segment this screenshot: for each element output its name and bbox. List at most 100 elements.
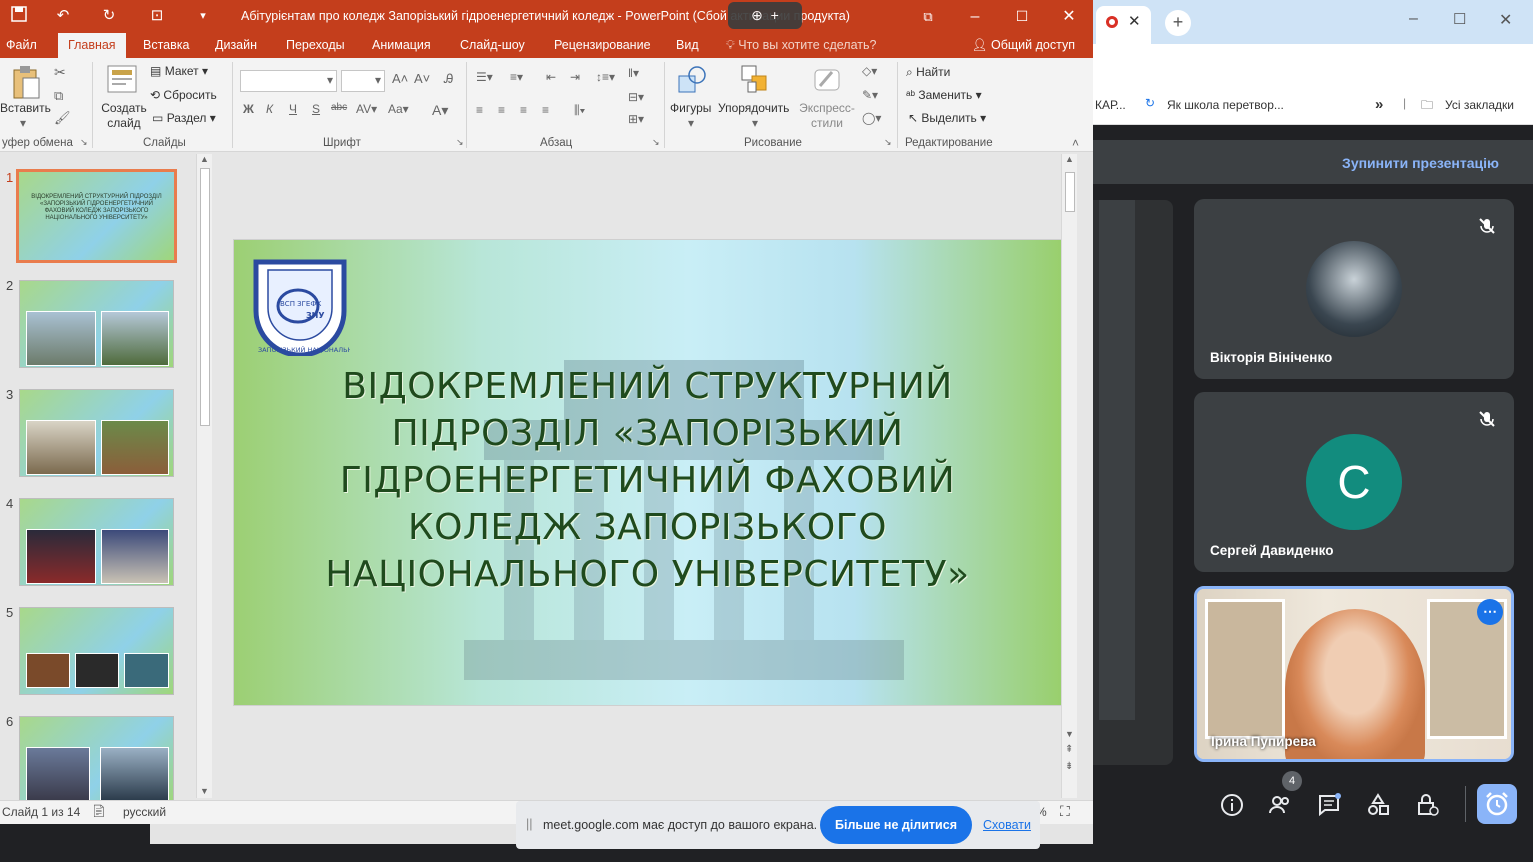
- redo-icon[interactable]: ↻: [98, 6, 120, 26]
- char-spacing-icon[interactable]: AV▾: [356, 102, 377, 116]
- tab-insert[interactable]: Вставка: [143, 33, 189, 58]
- align-right-icon[interactable]: ≡: [520, 103, 527, 117]
- people-icon[interactable]: [1267, 792, 1293, 818]
- align-center-icon[interactable]: ≡: [498, 103, 505, 117]
- scroll-down-icon[interactable]: ▼: [200, 786, 209, 796]
- align-left-icon[interactable]: ≡: [476, 103, 483, 117]
- activities-icon[interactable]: [1365, 792, 1391, 818]
- shape-fill-icon[interactable]: ◇▾: [862, 64, 877, 78]
- paste-dropdown-icon[interactable]: ▾: [20, 116, 26, 130]
- all-bookmarks-button[interactable]: Усі закладки: [1445, 98, 1514, 112]
- fit-to-window-icon[interactable]: ⛶: [1060, 803, 1070, 820]
- font-size-combo[interactable]: ▾: [341, 70, 385, 92]
- more-bookmarks-icon[interactable]: »: [1375, 96, 1383, 113]
- alarm-button[interactable]: [1477, 784, 1517, 824]
- close-tab-icon[interactable]: ✕: [1128, 12, 1141, 30]
- tab-design[interactable]: Дизайн: [215, 33, 257, 58]
- hide-link[interactable]: Сховати: [983, 818, 1031, 832]
- shape-effects-icon[interactable]: ◯▾: [862, 111, 881, 125]
- new-slide-icon[interactable]: [106, 64, 138, 94]
- slide-scrollbar[interactable]: ▲ ▼ ⇞ ⇟: [1061, 154, 1077, 798]
- participant-tile[interactable]: С Сергей Давиденко: [1194, 392, 1514, 572]
- reset-button[interactable]: ⟲ Сбросить: [150, 88, 217, 102]
- bullets-icon[interactable]: ☰▾: [476, 70, 493, 84]
- arrange-button[interactable]: Упорядочить: [718, 101, 789, 115]
- grow-font-icon[interactable]: A˄: [392, 71, 408, 86]
- participant-tile[interactable]: Вікторія Вініченко: [1194, 199, 1514, 379]
- present-icon[interactable]: ⊡: [146, 6, 168, 26]
- tab-animation[interactable]: Анимация: [372, 33, 431, 58]
- shadow-icon[interactable]: S: [312, 102, 320, 116]
- strikethrough-icon[interactable]: abc: [331, 102, 347, 113]
- meet-tab[interactable]: ✕: [1096, 6, 1151, 44]
- columns-icon[interactable]: ⫼▾: [574, 103, 585, 118]
- tab-review[interactable]: Рецензирование: [554, 33, 651, 58]
- info-icon[interactable]: [1219, 792, 1245, 818]
- collapse-ribbon-icon[interactable]: ˄: [1072, 136, 1079, 150]
- bold-icon[interactable]: Ж: [243, 102, 254, 116]
- undo-icon[interactable]: ↶: [52, 6, 74, 26]
- format-painter-icon[interactable]: 🖌︎: [54, 110, 71, 126]
- tab-transitions[interactable]: Переходы: [286, 33, 345, 58]
- thumbnail-slide-6[interactable]: [19, 716, 174, 804]
- chevron-down-icon[interactable]: ▾: [688, 116, 694, 130]
- spell-check-icon[interactable]: 📄︎: [91, 804, 106, 818]
- ribbon-display-icon[interactable]: ⧉: [905, 0, 951, 33]
- copy-icon[interactable]: ⧉: [54, 88, 63, 104]
- new-tab-button[interactable]: +: [1165, 10, 1191, 36]
- change-case-icon[interactable]: Aa▾: [388, 102, 409, 116]
- shape-outline-icon[interactable]: ✎▾: [862, 88, 878, 102]
- layout-button[interactable]: ▤ Макет ▾: [150, 64, 208, 78]
- numbering-icon[interactable]: ≡▾: [510, 70, 523, 84]
- chevron-down-icon[interactable]: ▾: [752, 116, 758, 130]
- find-button[interactable]: ⌕ Найти: [906, 65, 950, 80]
- drag-handle-icon[interactable]: ||: [526, 817, 533, 831]
- justify-icon[interactable]: ≡: [542, 103, 549, 117]
- thumbnail-slide-2[interactable]: [19, 280, 174, 368]
- italic-icon[interactable]: К: [266, 102, 273, 116]
- scroll-thumb[interactable]: [200, 168, 210, 426]
- shapes-button[interactable]: Фигуры: [670, 101, 711, 115]
- tab-home[interactable]: Главная: [58, 33, 126, 58]
- customize-quick-access-icon[interactable]: ▾: [192, 6, 214, 26]
- smartart-icon[interactable]: ⊞▾: [628, 112, 644, 126]
- minimize-button[interactable]: –: [1409, 10, 1418, 28]
- font-name-combo[interactable]: ▾: [240, 70, 337, 92]
- thumbnail-slide-3[interactable]: [19, 389, 174, 477]
- scroll-thumb[interactable]: [1065, 172, 1075, 212]
- arrange-icon[interactable]: [740, 64, 770, 96]
- previous-slide-icon[interactable]: ⇞: [1065, 744, 1073, 755]
- stop-sharing-button[interactable]: Більше не ділитися: [820, 806, 972, 844]
- close-button[interactable]: ✕: [1499, 10, 1512, 30]
- tab-file[interactable]: Файл: [6, 33, 37, 58]
- scroll-down-icon[interactable]: ▼: [1065, 729, 1074, 739]
- maximize-button[interactable]: ☐: [1453, 10, 1466, 28]
- chat-icon[interactable]: [1316, 792, 1342, 818]
- decrease-indent-icon[interactable]: ⇤: [546, 70, 556, 84]
- thumbnails-scrollbar[interactable]: ▲ ▼: [196, 154, 212, 798]
- new-slide-button[interactable]: Создать слайд: [100, 101, 148, 131]
- thumbnail-slide-1[interactable]: ВІДОКРЕМЛЕНИЙ СТРУКТУРНИЙ ПІДРОЗДІЛ «ЗАП…: [16, 169, 177, 263]
- text-direction-icon[interactable]: ‖▾: [628, 66, 639, 80]
- participant-video-tile[interactable]: ⋯ Ірина Пупирева: [1194, 586, 1514, 762]
- thumbnail-slide-5[interactable]: [19, 607, 174, 695]
- minimize-button[interactable]: –: [952, 0, 998, 33]
- clear-formatting-icon[interactable]: Ꭿ: [444, 71, 453, 87]
- replace-button[interactable]: ᵃᵇ Заменить ▾: [906, 88, 982, 102]
- paragraph-launcher-icon[interactable]: ↘: [652, 137, 660, 148]
- tell-me-box[interactable]: 💡︎ Что вы хотите сделать?: [726, 33, 876, 58]
- stop-presenting-button[interactable]: Зупинити презентацію: [1342, 155, 1499, 171]
- quick-styles-icon[interactable]: [812, 64, 842, 96]
- paste-icon[interactable]: [10, 64, 42, 100]
- close-button[interactable]: ✕: [1046, 0, 1092, 33]
- shapes-icon[interactable]: [676, 64, 708, 96]
- scroll-up-icon[interactable]: ▲: [200, 154, 209, 164]
- increase-indent-icon[interactable]: ⇥: [570, 70, 580, 84]
- cut-icon[interactable]: ✂: [54, 64, 66, 81]
- save-icon[interactable]: [8, 6, 30, 26]
- language-indicator[interactable]: русский: [123, 805, 166, 819]
- select-button[interactable]: ↖ Выделить ▾: [908, 111, 986, 125]
- plus-icon[interactable]: +: [771, 7, 779, 23]
- clipboard-launcher-icon[interactable]: ↘: [80, 137, 88, 148]
- section-button[interactable]: ▭ Раздел ▾: [152, 111, 216, 125]
